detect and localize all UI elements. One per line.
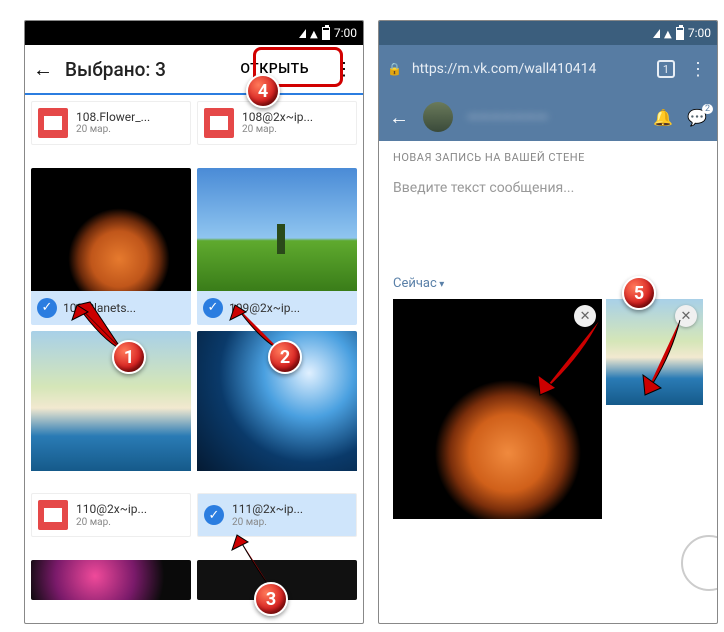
attachments-row: ✕ ✕ — [393, 299, 703, 519]
attachment-item[interactable]: ✕ — [393, 299, 602, 519]
picker-title: Выбрано: 3 — [65, 58, 218, 81]
tab-count[interactable]: 1 — [657, 60, 675, 78]
file-picker-screen: 7:00 ← Выбрано: 3 ОТКРЫТЬ ⋮ 108.Flower_.… — [24, 20, 364, 624]
status-time: 7:00 — [688, 26, 711, 40]
selection-strip: ✓ 109@2x~ip... — [197, 291, 357, 325]
thumbnail-beach — [31, 331, 191, 471]
thumbnail-item-selected[interactable]: ✓ 109.Planets... — [31, 168, 191, 325]
file-date: 20 мар. — [232, 517, 303, 529]
file-name: 109@2x~ip... — [229, 301, 300, 315]
file-name: 110@2x~ip... — [76, 502, 147, 516]
remove-attachment-button[interactable]: ✕ — [675, 305, 697, 327]
thumbnail-mars — [31, 168, 191, 308]
thumbnail-abstract — [31, 560, 191, 600]
selection-strip: ✓ 109.Planets... — [31, 291, 191, 325]
image-file-icon — [204, 108, 234, 138]
annotation-marker: 2 — [268, 340, 302, 374]
image-file-icon — [38, 108, 68, 138]
annotation-marker: 4 — [246, 74, 280, 108]
file-name: 111@2x~ip... — [232, 502, 303, 516]
thumbnail-item[interactable] — [31, 560, 191, 600]
battery-icon — [676, 27, 684, 40]
url-text: https://m.vk.com/wall410414 — [412, 61, 647, 77]
file-name: 109.Planets... — [63, 301, 136, 315]
annotation-marker: 5 — [622, 276, 656, 310]
file-date: 20 мар. — [242, 124, 313, 136]
messages-icon[interactable]: 💬2 — [687, 108, 707, 127]
vk-post-screen: 7:00 🔒 https://m.vk.com/wall410414 1 ⋮ ←… — [378, 20, 718, 624]
status-time: 7:00 — [334, 26, 357, 40]
vk-back-button[interactable]: ← — [389, 105, 409, 130]
vk-header: ← ——————— 🔔 💬2 — [379, 93, 717, 141]
back-button[interactable]: ← — [33, 57, 53, 82]
lock-icon: 🔒 — [387, 62, 402, 76]
network-icon — [310, 26, 318, 40]
file-item[interactable]: 108.Flower_... 20 мар. — [31, 101, 191, 145]
remove-attachment-button[interactable]: ✕ — [574, 305, 596, 327]
checkmark-icon: ✓ — [37, 298, 57, 318]
annotation-marker: 1 — [112, 340, 146, 374]
post-text-input[interactable]: Введите текст сообщения... — [393, 164, 703, 216]
browser-url-bar[interactable]: 🔒 https://m.vk.com/wall410414 1 ⋮ — [379, 45, 717, 93]
attach-button[interactable] — [681, 535, 718, 591]
file-grid[interactable]: 108.Flower_... 20 мар. 108@2x~ip... 20 м… — [25, 95, 363, 623]
section-label: НОВАЯ ЗАПИСЬ НА ВАШЕЙ СТЕНЕ — [393, 151, 703, 164]
thumbnail-item-selected[interactable]: ✓ 109@2x~ip... — [197, 168, 357, 325]
vk-username[interactable]: ——————— — [467, 108, 639, 126]
file-item-selected[interactable]: ✓ 111@2x~ip... 20 мар. — [197, 493, 357, 537]
notifications-icon[interactable]: 🔔 — [653, 108, 673, 127]
file-date: 20 мар. — [76, 517, 147, 529]
status-bar: 7:00 — [25, 21, 363, 45]
battery-icon — [322, 27, 330, 40]
messages-badge: 2 — [702, 104, 713, 114]
thumbnail-field — [197, 168, 357, 308]
image-file-icon — [38, 500, 68, 530]
checkmark-icon: ✓ — [204, 505, 224, 525]
file-name: 108.Flower_... — [76, 110, 150, 124]
network-icon — [664, 26, 672, 40]
annotation-marker: 3 — [254, 582, 288, 616]
file-item[interactable]: 108@2x~ip... 20 мар. — [197, 101, 357, 145]
signal-icon — [299, 29, 306, 38]
signal-icon — [653, 29, 660, 38]
status-bar: 7:00 — [379, 21, 717, 45]
checkmark-icon: ✓ — [203, 298, 223, 318]
vk-compose-body: НОВАЯ ЗАПИСЬ НА ВАШЕЙ СТЕНЕ Введите текс… — [379, 141, 717, 601]
post-time-selector[interactable]: Сейчас — [393, 276, 703, 299]
file-date: 20 мар. — [76, 124, 150, 136]
file-item[interactable]: 110@2x~ip... 20 мар. — [31, 493, 191, 537]
attachment-preview-mars — [393, 299, 602, 519]
attachment-item[interactable]: ✕ — [606, 299, 703, 405]
avatar[interactable] — [423, 102, 453, 132]
browser-menu-button[interactable]: ⋮ — [685, 59, 709, 80]
thumbnail-item[interactable] — [31, 331, 191, 488]
file-name: 108@2x~ip... — [242, 110, 313, 124]
